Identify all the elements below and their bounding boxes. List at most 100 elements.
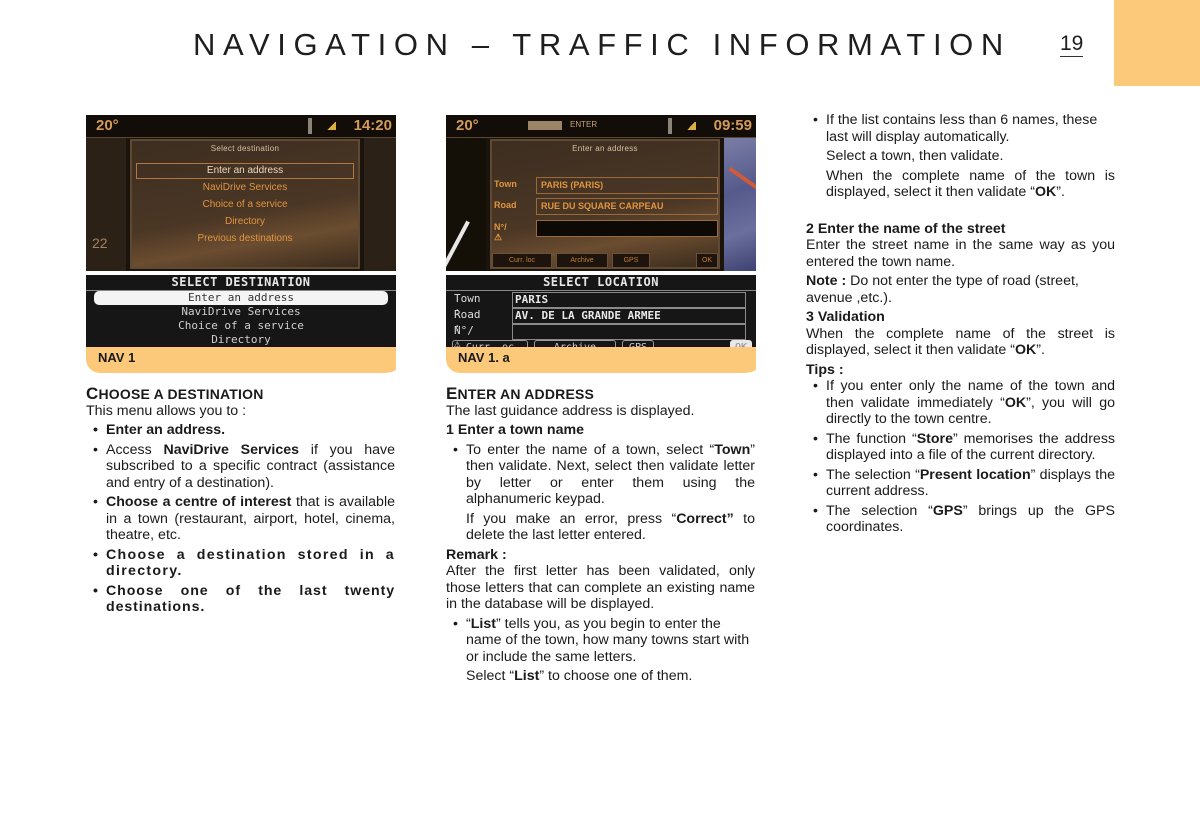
page-number: 19	[1060, 32, 1084, 57]
number-field[interactable]	[536, 220, 718, 237]
step-heading: 3 Validation	[806, 309, 885, 325]
step-text: Enter the street name in the same way as…	[806, 237, 1115, 270]
menu-item-enter-address[interactable]: Enter an address	[136, 163, 354, 179]
note-text: Note : Do not enter the type of road (st…	[806, 273, 1115, 306]
heading-initial: C	[86, 384, 99, 403]
clock-readout: 14:20	[353, 117, 392, 134]
signal-icon	[326, 122, 336, 130]
item-emphasis: GPS	[932, 502, 963, 519]
clock-readout: 09:59	[713, 117, 752, 134]
item-emphasis: Present location	[919, 466, 1031, 483]
list-item: Choose a centre of interest that is avai…	[86, 494, 395, 544]
item-emphasis: OK	[1035, 184, 1057, 200]
item-emphasis: NaviDrive Services	[163, 441, 300, 458]
right-panel	[364, 138, 396, 271]
item-text: ” to choose one of them.	[539, 668, 693, 684]
item-emphasis: OK	[1015, 342, 1037, 358]
menu-item-choice-of-service[interactable]: Choice of a service	[132, 196, 358, 213]
heading-rest: HOOSE A DESTINATION	[98, 386, 264, 402]
list-item: The selection “GPS” brings up the GPS co…	[806, 503, 1115, 536]
temperature-readout: 20°	[456, 117, 479, 134]
list-item: The selection “Present location” display…	[806, 467, 1115, 500]
mono-item-directory[interactable]: Directory	[86, 333, 396, 347]
item-emphasis: List	[514, 668, 540, 684]
menu-item-previous-destinations[interactable]: Previous destinations	[132, 230, 358, 247]
nav1-color-display: 20° 14:20 22 Select destination Enter an…	[86, 115, 396, 271]
page-title: NAVIGATION – TRAFFIC INFORMATION	[193, 27, 1011, 62]
item-text: The selection “	[826, 502, 933, 519]
item-emphasis: OK	[1004, 394, 1027, 411]
list-item: Enter an address.	[86, 422, 395, 439]
map-preview	[724, 138, 756, 271]
temperature-readout: 20°	[96, 117, 119, 134]
item-emphasis: Store	[916, 430, 953, 447]
select-destination-dialog: Select destination Enter an address Navi…	[130, 139, 360, 269]
item-text: To enter the name of a town, select “	[466, 441, 715, 458]
mono-road-field[interactable]: AV. DE LA GRANDE ARMEE	[512, 308, 746, 324]
menu-item-directory[interactable]: Directory	[132, 213, 358, 230]
item-emphasis: Choose a centre of interest	[106, 494, 292, 510]
choose-destination-section: CHOOSE A DESTINATION This menu allows yo…	[86, 384, 395, 616]
list-item: Choose a destination stored in a directo…	[86, 547, 395, 580]
remark-text: After the first letter has been validate…	[446, 563, 755, 612]
note-label: Note :	[806, 273, 847, 289]
status-label: ENTER	[570, 120, 598, 129]
step-text: When the complete name of the street is …	[806, 326, 1115, 359]
item-text: Enter an address.	[106, 422, 226, 438]
intro-text: This menu allows you to :	[86, 402, 247, 419]
gps-softkey[interactable]: GPS	[612, 253, 650, 268]
dialog-title: Enter an address	[572, 144, 638, 153]
separator	[308, 118, 312, 134]
signal-icon	[686, 122, 696, 130]
item-text: Access	[106, 441, 164, 458]
step-heading: 1 Enter a town name	[446, 422, 584, 438]
section-heading: CHOOSE A DESTINATION	[86, 384, 395, 403]
left-panel	[446, 138, 486, 271]
status-bar: 20° 14:20	[86, 115, 396, 138]
item-emphasis: Correct”	[676, 510, 734, 527]
list-item: To enter the name of a town, select “Tow…	[446, 442, 755, 544]
item-text: When the complete name of the town is di…	[826, 167, 1115, 201]
item-text: The selection “	[826, 466, 920, 483]
item-text: ” tells you, as you begin to enter the n…	[466, 615, 750, 665]
item-text: Choose a destination stored in a directo…	[106, 546, 395, 580]
mono-item-enter-address[interactable]: Enter an address	[94, 291, 388, 305]
compass-needle-icon	[446, 220, 470, 271]
mono-item-choice-of-service[interactable]: Choice of a service	[86, 319, 396, 333]
nav1a-color-display: 20° ENTER 09:59 Enter an address Town PA…	[446, 115, 756, 271]
remark-label: Remark :	[446, 546, 507, 563]
item-continuation: Select a town, then validate.	[826, 148, 1004, 164]
item-text: If the list contains less than 6 names, …	[826, 112, 1098, 145]
item-continuation: Select “List” to choose one of them.	[466, 668, 755, 685]
list-item: Access NaviDrive Services if you have su…	[86, 442, 395, 492]
archive-softkey[interactable]: Archive	[556, 253, 608, 268]
mono-number-field[interactable]	[512, 324, 746, 340]
caption-label: NAV 1. a	[458, 350, 510, 365]
item-text: Choose one of the last twenty destinatio…	[106, 582, 395, 616]
item-text: Select “	[466, 668, 515, 684]
step-heading: 2 Enter the name of the street	[806, 220, 1006, 237]
mono-display-title: SELECT DESTINATION	[86, 275, 396, 291]
tips-label: Tips :	[806, 361, 844, 378]
ok-softkey[interactable]: OK	[696, 253, 718, 268]
road-field[interactable]: RUE DU SQUARE CARPEAU	[536, 198, 718, 215]
item-emphasis: List	[470, 615, 496, 632]
item-continuation: When the complete name of the town is di…	[826, 168, 1115, 201]
item-text: If you make an error, press “	[466, 510, 677, 527]
mono-item-navidrive-services[interactable]: NaviDrive Services	[86, 305, 396, 319]
town-field[interactable]: PARIS (PARIS)	[536, 177, 718, 194]
street-validation-section: If the list contains less than 6 names, …	[806, 112, 1115, 536]
town-label: Town	[494, 179, 517, 189]
section-heading: ENTER AN ADDRESS	[446, 385, 755, 403]
status-chip	[528, 121, 562, 130]
menu-item-navidrive-services[interactable]: NaviDrive Services	[132, 179, 358, 196]
item-emphasis: Town	[714, 441, 751, 458]
dialog-title: Select destination	[210, 144, 280, 153]
intro-text: The last guidance address is displayed.	[446, 402, 695, 419]
item-text: ”.	[1036, 342, 1045, 358]
current-location-softkey[interactable]: Curr. loc	[492, 253, 552, 268]
softkey-bar: Curr. loc Archive GPS OK	[490, 253, 720, 268]
item-text: When the complete name of the street is …	[806, 325, 1115, 359]
mono-town-field[interactable]: PARIS	[512, 292, 746, 308]
caption-label: NAV 1	[98, 350, 136, 365]
